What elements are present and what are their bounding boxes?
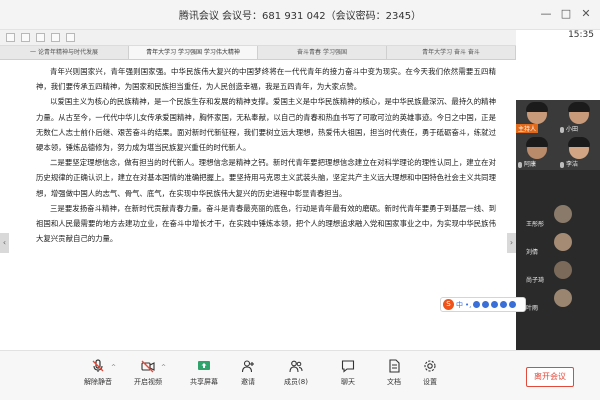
document-body: 青年兴则国家兴，青年强则国家强。中华民族伟大复兴的中国梦终将在一代代青年的接力奋… — [0, 60, 516, 246]
chat-button[interactable]: 聊天 — [326, 359, 370, 387]
tool-label: 设置 — [423, 378, 437, 386]
participant-tile[interactable]: 阿康 — [516, 135, 558, 170]
invite-icon — [241, 360, 254, 373]
document-tab: 青年大学习 奋斗 奋斗 — [387, 46, 516, 59]
members-button[interactable]: 成员(8) — [274, 359, 318, 387]
participant-video-hair — [568, 102, 590, 112]
meeting-window: 腾讯会议 会议号：681 931 042（会议密码：2345） — □ ✕ 一 … — [0, 0, 600, 400]
window-title: 腾讯会议 会议号：681 931 042（会议密码：2345） — [178, 11, 422, 22]
document-paragraph: 三是要发扬奋斗精神，在新时代贡献青春力量。奋斗是青春最亮丽的底色，行动是青年最有… — [36, 203, 496, 244]
document-paragraph: 以爱国主义为核心的民族精神，是一个民族生存和发展的精神支撑。爱国主义是中华民族精… — [36, 97, 496, 153]
shared-screen: 一 论青年精神与时代发展 青年大学习 学习强国 学习伟大精神 奋斗青春 学习强国… — [0, 30, 516, 350]
avatar — [554, 233, 572, 251]
participant-tile[interactable]: 主持人 — [516, 100, 558, 135]
document-tab: 奋斗青春 学习强国 — [258, 46, 387, 59]
ime-mode-label[interactable]: 中 — [456, 300, 463, 310]
mic-muted-icon — [518, 161, 522, 168]
close-button[interactable]: ✕ — [576, 4, 596, 24]
participant-tile[interactable]: 李洁 — [558, 135, 600, 170]
participant-name: 李洁 — [560, 159, 598, 168]
participant-row[interactable]: 刘倩 — [516, 230, 600, 258]
chevron-up-icon[interactable]: ^ — [161, 364, 166, 371]
unmute-button[interactable]: 解除静音 ^ — [76, 359, 120, 387]
window-controls: — □ ✕ — [536, 4, 596, 24]
tool-label: 成员(8) — [284, 378, 308, 386]
ime-emoji-icon[interactable] — [473, 301, 481, 308]
participant-row[interactable]: 叶雨 — [516, 286, 600, 314]
participant-video-hair — [526, 102, 548, 112]
camera-icon — [141, 360, 155, 373]
toolbar-icon — [51, 33, 60, 42]
maximize-button[interactable]: □ — [556, 4, 576, 24]
collapse-left-icon[interactable]: ‹ — [0, 233, 9, 253]
participant-video-hair — [568, 137, 590, 147]
leave-meeting-button[interactable]: 离开会议 — [526, 367, 574, 387]
mic-icon — [92, 359, 104, 372]
document-tabs: 一 论青年精神与时代发展 青年大学习 学习强国 学习伟大精神 奋斗青春 学习强国… — [0, 46, 516, 60]
document-tab: 一 论青年精神与时代发展 — [0, 46, 129, 59]
participant-tile[interactable]: 小田 — [558, 100, 600, 135]
avatar — [554, 289, 572, 307]
settings-button[interactable]: 设置 — [408, 359, 452, 387]
participants-panel: 15:35 主持人 小田 阿康 李洁 王彤彤 刘倩 尚子琦 叶雨 — [516, 30, 600, 350]
participant-video-hair — [526, 137, 548, 147]
document-paragraph: 青年兴则国家兴，青年强则国家强。中华民族伟大复兴的中国梦终将在一代代青年的接力奋… — [36, 67, 496, 92]
participant-name: 叶雨 — [526, 305, 539, 312]
tool-label: 邀请 — [241, 378, 255, 386]
toolbar-icon — [66, 33, 75, 42]
participant-name: 阿康 — [518, 159, 556, 168]
meeting-timer: 15:35 — [568, 30, 594, 40]
invite-button[interactable]: 邀请 — [226, 359, 270, 387]
document-tab-active: 青年大学习 学习强国 学习伟大精神 — [129, 46, 258, 59]
ime-punct-label[interactable]: •, — [465, 301, 471, 309]
minimize-button[interactable]: — — [536, 4, 556, 24]
mic-muted-icon — [560, 161, 564, 168]
settings-icon — [424, 360, 436, 372]
participant-row[interactable]: 尚子琦 — [516, 258, 600, 286]
avatar — [554, 261, 572, 279]
mic-muted-icon — [560, 126, 564, 133]
chevron-up-icon[interactable]: ^ — [111, 364, 116, 371]
participant-name: 尚子琦 — [526, 277, 545, 284]
ime-voice-icon[interactable] — [482, 301, 490, 308]
toolbar-icon — [6, 33, 15, 42]
collapse-right-icon[interactable]: › — [507, 233, 516, 253]
participant-row[interactable]: 王彤彤 — [516, 202, 600, 230]
meeting-toolbar: 解除静音 ^ 开启视频 ^ 共享屏幕 邀请 成员(8) 聊天 文档 设置 离开会… — [0, 350, 600, 400]
ime-keyboard-icon[interactable] — [491, 301, 499, 308]
chat-icon — [341, 360, 355, 373]
participant-name: 王彤彤 — [526, 221, 545, 228]
toolbar-icon — [36, 33, 45, 42]
ime-tools-icon[interactable] — [509, 301, 517, 308]
document-toolbar — [0, 30, 516, 46]
video-button[interactable]: 开启视频 ^ — [126, 359, 170, 387]
sogou-logo-icon: S — [443, 299, 454, 310]
ime-toolbar[interactable]: S 中 •, — [440, 297, 526, 312]
document-icon — [389, 359, 400, 373]
avatar — [554, 205, 572, 223]
toolbar-icon — [21, 33, 30, 42]
members-icon — [289, 360, 303, 373]
document-paragraph: 二是要坚定理想信念，做有担当的时代新人。理想信念是精神之钙。新时代青年要把理想信… — [36, 158, 496, 198]
participant-name: 刘倩 — [526, 249, 539, 256]
tool-label: 解除静音 — [84, 378, 112, 386]
tool-label: 共享屏幕 — [190, 378, 218, 386]
title-bar: 腾讯会议 会议号：681 931 042（会议密码：2345） — □ ✕ — [0, 0, 600, 30]
tool-label: 聊天 — [341, 378, 355, 386]
timer-area: 15:35 — [516, 30, 600, 100]
host-badge: 主持人 — [516, 124, 539, 133]
tool-label: 开启视频 — [134, 378, 162, 386]
share-screen-icon — [198, 361, 210, 370]
ime-skin-icon[interactable] — [500, 301, 508, 308]
participant-name: 小田 — [560, 124, 598, 133]
share-screen-button[interactable]: 共享屏幕 — [182, 359, 226, 387]
